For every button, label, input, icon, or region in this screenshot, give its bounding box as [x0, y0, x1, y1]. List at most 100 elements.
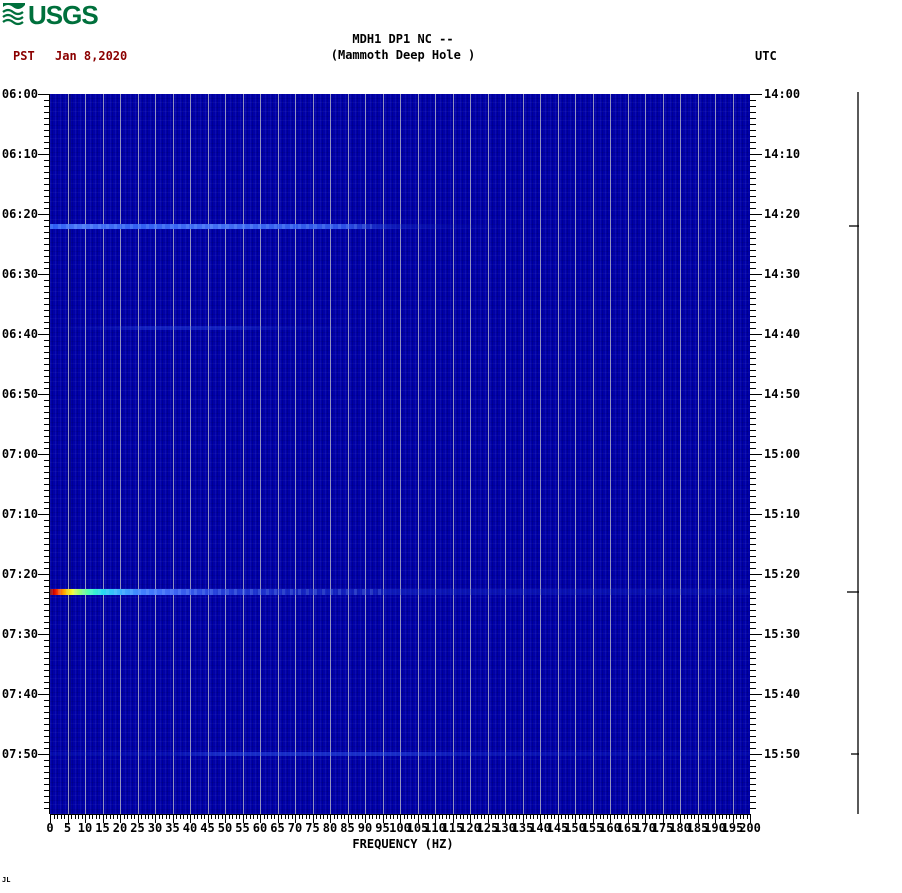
y-tick-right: [750, 694, 762, 695]
y-tick-right: [750, 250, 756, 251]
y-tick-right: [750, 514, 762, 515]
gridline: [487, 94, 489, 814]
y-tick-right: [750, 478, 756, 479]
time-label-pst: 06:40: [1, 327, 38, 341]
freq-tick-label: 190: [704, 821, 726, 835]
freq-tick-label: 5: [63, 821, 72, 835]
x-tick: [312, 814, 314, 823]
x-tick: [557, 814, 559, 823]
freq-tick-label: 80: [322, 821, 338, 835]
x-tick: [417, 814, 419, 823]
gridline: [347, 94, 349, 814]
gridline: [470, 94, 471, 814]
y-tick-right: [750, 274, 762, 275]
y-tick-right: [750, 94, 762, 95]
gridline: [67, 94, 69, 814]
time-label-pst: 06:30: [1, 267, 38, 281]
y-tick-right: [750, 730, 756, 731]
time-label-utc: 15:50: [764, 747, 801, 761]
x-tick: [400, 814, 401, 823]
y-tick-right: [750, 100, 756, 101]
gridline: [680, 94, 681, 814]
y-tick-right: [750, 502, 756, 503]
station-title: MDH1 DP1 NC --: [352, 32, 454, 46]
x-tick: [242, 814, 244, 823]
event-dash-texture: [50, 224, 372, 229]
y-tick-right: [750, 172, 756, 173]
time-label-utc: 14:50: [764, 387, 801, 401]
x-tick: [662, 814, 664, 823]
freq-tick-label: 25: [130, 821, 145, 835]
y-tick-right: [750, 256, 756, 257]
x-tick: [260, 814, 261, 823]
y-tick-right: [750, 376, 756, 377]
spectrogram-event-0622: [50, 224, 750, 229]
gridline: [435, 94, 436, 814]
freq-tick-label: 200: [739, 821, 761, 835]
y-tick-right: [750, 592, 756, 593]
y-tick-right: [750, 178, 756, 179]
x-tick: [487, 814, 489, 823]
x-tick: [155, 814, 156, 823]
usgs-logo-text: USGS: [28, 0, 99, 30]
y-tick-right: [750, 220, 756, 221]
freq-tick-label: 130: [494, 821, 516, 835]
gridline: [260, 94, 261, 814]
x-tick: [732, 814, 734, 823]
time-label-utc: 14:20: [764, 207, 801, 221]
y-tick-right: [750, 436, 756, 437]
y-tick-right: [750, 280, 756, 281]
freq-tick-label: 165: [616, 821, 639, 835]
gridline: [102, 94, 104, 814]
x-tick: [627, 814, 629, 823]
y-tick-right: [750, 724, 756, 725]
station-subtitle: (Mammoth Deep Hole ): [330, 48, 476, 62]
freq-tick-label: 10: [77, 821, 93, 835]
y-tick-right: [750, 298, 756, 299]
y-tick-right: [750, 154, 762, 155]
y-tick-right: [750, 772, 756, 773]
freq-tick-label: 0: [46, 821, 54, 835]
y-tick-right: [750, 118, 756, 119]
y-tick-right: [750, 580, 756, 581]
y-tick-right: [750, 244, 756, 245]
freq-tick-label: 55: [235, 821, 250, 835]
y-tick-right: [750, 208, 756, 209]
y-tick-right: [750, 286, 756, 287]
y-tick-right: [750, 604, 756, 605]
usgs-logo: USGS: [2, 2, 102, 30]
spectrogram-event-0723: [50, 589, 750, 595]
x-tick: [452, 814, 454, 823]
y-tick-right: [750, 304, 756, 305]
timezone-right-label: UTC: [755, 49, 777, 63]
freq-tick-label: 45: [200, 821, 215, 835]
time-label-utc: 14:00: [764, 87, 801, 101]
time-label-utc: 15:40: [764, 687, 801, 701]
y-tick-right: [750, 490, 756, 491]
time-label-utc: 14:30: [764, 267, 801, 281]
time-label-pst: 07:50: [1, 747, 38, 761]
freq-tick-label: 175: [651, 821, 674, 835]
y-tick-right: [750, 628, 756, 629]
gridline: [592, 94, 594, 814]
gridline: [382, 94, 384, 814]
y-tick-right: [750, 496, 756, 497]
gridline: [400, 94, 401, 814]
y-tick-right: [750, 622, 756, 623]
y-tick-right: [750, 544, 756, 545]
freq-tick-label: 95: [375, 821, 390, 835]
x-tick: [347, 814, 349, 823]
x-tick: [120, 814, 121, 823]
time-label-pst: 07:00: [1, 447, 38, 461]
y-tick-right: [750, 526, 756, 527]
freq-tick-label: 145: [546, 821, 569, 835]
x-tick: [67, 814, 69, 823]
y-tick-right: [750, 412, 756, 413]
x-tick: [680, 814, 681, 823]
freq-tick-label: 40: [182, 821, 198, 835]
y-tick-right: [750, 742, 756, 743]
time-label-utc: 15:20: [764, 567, 801, 581]
y-tick-right: [750, 640, 756, 641]
y-tick-right: [750, 352, 756, 353]
gridline: [662, 94, 664, 814]
